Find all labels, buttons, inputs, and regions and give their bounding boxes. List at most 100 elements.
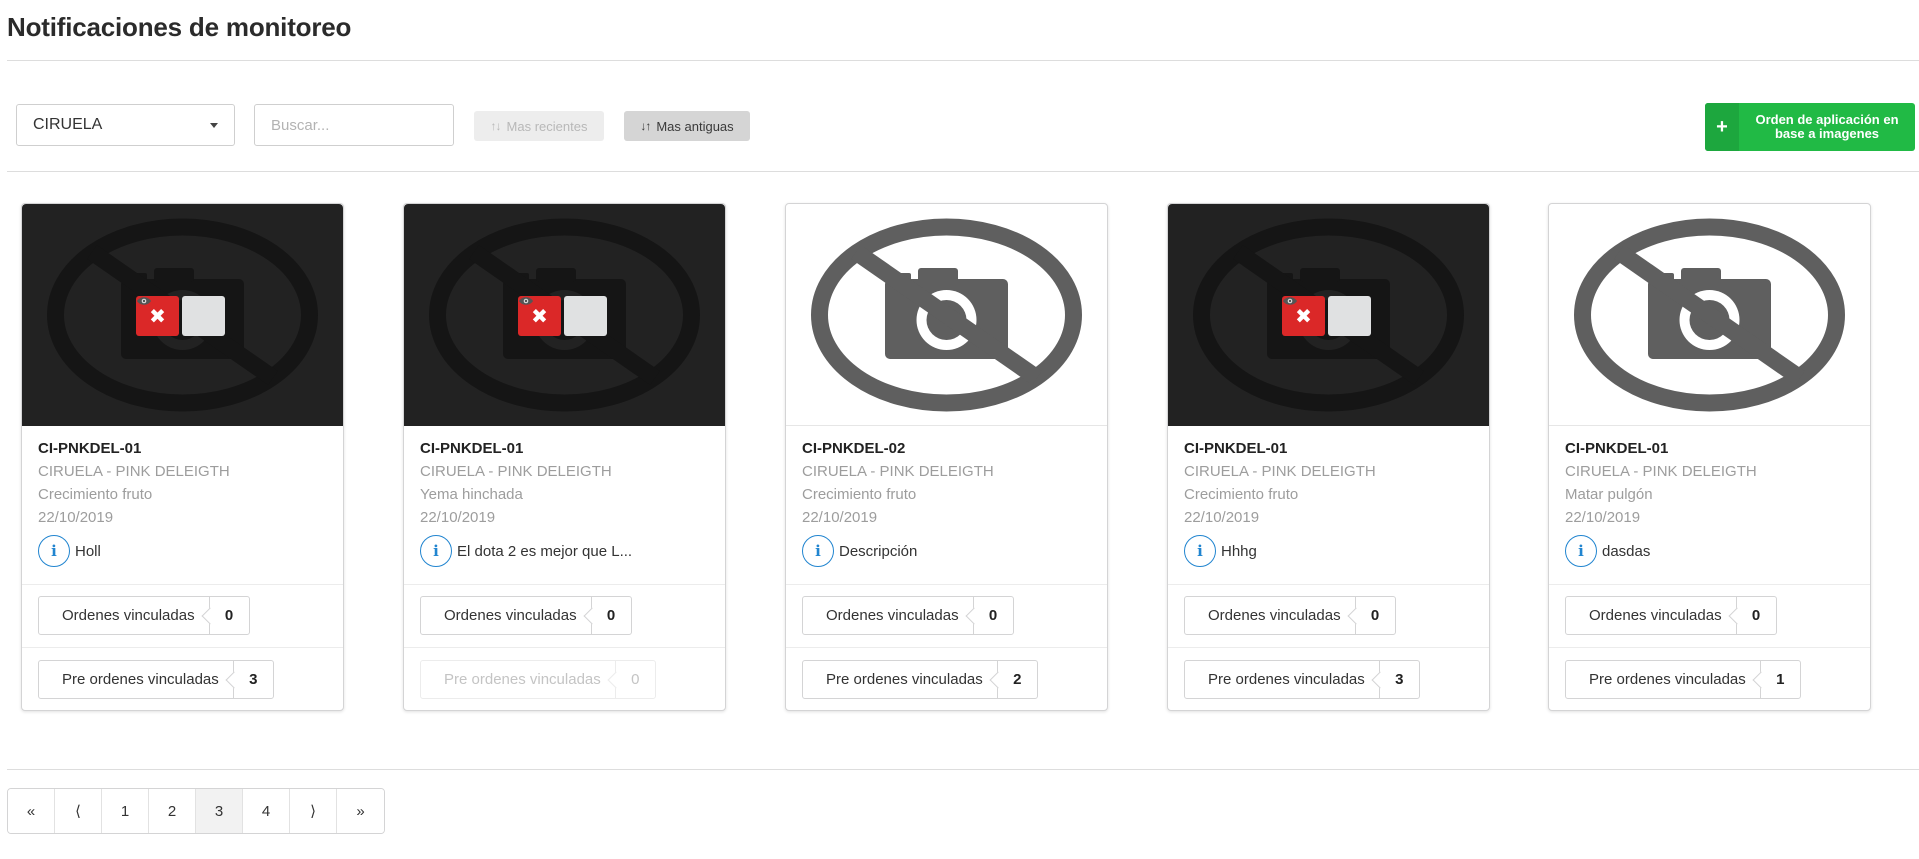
card-date: 22/10/2019 (1565, 509, 1641, 526)
linked-orders-count: 0 (972, 597, 1013, 634)
title-divider (7, 60, 1919, 61)
linked-orders-label: Ordenes vinculadas (1208, 607, 1341, 624)
linked-orders-button[interactable]: Ordenes vinculadas 0 (420, 596, 632, 635)
pagination-divider (7, 769, 1919, 770)
card-variety: CIRUELA - PINK DELEIGTH (38, 463, 230, 480)
info-icon[interactable]: i (1184, 535, 1216, 567)
linked-preorders-button[interactable]: Pre ordenes vinculadas 0 (420, 660, 656, 699)
card-date: 22/10/2019 (1184, 509, 1260, 526)
card-note: i El dota 2 es mejor que L... (420, 535, 632, 567)
linked-preorders-count: 2 (996, 661, 1037, 698)
card-stage: Yema hinchada (420, 486, 523, 503)
linked-orders-count: 0 (208, 597, 249, 634)
info-icon[interactable]: i (802, 535, 834, 567)
linked-orders-count: 0 (590, 597, 631, 634)
next-page-button[interactable]: ⟩ (290, 789, 337, 833)
card-stage: Crecimiento fruto (38, 486, 153, 503)
sort-oldest-label: Mas antiguas (656, 118, 734, 134)
card-divider (404, 584, 725, 585)
image-actions: ✖ (518, 296, 607, 336)
page-button-current[interactable]: 3 (196, 789, 243, 833)
linked-preorders-button[interactable]: Pre ordenes vinculadas 1 (1565, 660, 1801, 699)
card-divider (1549, 584, 1870, 585)
card-image[interactable] (1549, 204, 1870, 426)
image-actions: ✖ (136, 296, 225, 336)
card-variety: CIRUELA - PINK DELEIGTH (420, 463, 612, 480)
prev-page-button[interactable]: ⟨ (55, 789, 102, 833)
linked-preorders-button[interactable]: Pre ordenes vinculadas 3 (1184, 660, 1420, 699)
linked-preorders-button[interactable]: Pre ordenes vinculadas 2 (802, 660, 1038, 699)
notification-card: CI-PNKDEL-02 CIRUELA - PINK DELEIGTH Cre… (785, 203, 1108, 711)
last-page-button[interactable]: » (337, 789, 384, 833)
plus-icon: + (1705, 103, 1739, 151)
info-icon[interactable]: i (420, 535, 452, 567)
linked-preorders-count: 0 (614, 661, 655, 698)
image-actions: ✖ (1282, 296, 1371, 336)
view-image-button[interactable] (137, 296, 225, 336)
view-image-button[interactable] (1283, 296, 1371, 336)
linked-orders-button[interactable]: Ordenes vinculadas 0 (802, 596, 1014, 635)
sort-icon: ↓↑ (640, 119, 651, 133)
card-divider (22, 584, 343, 585)
linked-preorders-label: Pre ordenes vinculadas (62, 671, 219, 688)
close-icon: ✖ (149, 305, 166, 328)
close-icon: ✖ (531, 305, 548, 328)
first-page-button[interactable]: « (8, 789, 55, 833)
page-title: Notificaciones de monitoreo (7, 12, 352, 42)
linked-preorders-count: 3 (232, 661, 273, 698)
linked-orders-label: Ordenes vinculadas (62, 607, 195, 624)
sort-recent-label: Mas recientes (506, 118, 588, 134)
card-variety: CIRUELA - PINK DELEIGTH (1565, 463, 1757, 480)
page-button[interactable]: 4 (243, 789, 290, 833)
card-image[interactable]: ✖ (1168, 204, 1489, 426)
chevron-down-icon (210, 123, 218, 128)
card-note: i Hhhg (1184, 535, 1257, 567)
card-code: CI-PNKDEL-01 (38, 440, 142, 457)
card-code: CI-PNKDEL-02 (802, 440, 906, 457)
card-note-text: Descripción (839, 542, 918, 560)
card-stage: Matar pulgón (1565, 486, 1653, 503)
linked-preorders-count: 3 (1378, 661, 1419, 698)
card-divider (1168, 647, 1489, 648)
notification-card: ✖ CI-PNKDEL-01 CIRUELA - PINK DELEIGTH C… (21, 203, 344, 711)
card-image[interactable]: ✖ (22, 204, 343, 426)
card-note: i Descripción (802, 535, 917, 567)
notification-card: ✖ CI-PNKDEL-01 CIRUELA - PINK DELEIGTH Y… (403, 203, 726, 711)
info-icon[interactable]: i (38, 535, 70, 567)
linked-orders-button[interactable]: Ordenes vinculadas 0 (38, 596, 250, 635)
linked-orders-count: 0 (1354, 597, 1395, 634)
species-select[interactable]: CIRUELA (16, 104, 235, 146)
sort-recent-button[interactable]: ↑↓ Mas recientes (474, 111, 604, 141)
page-button[interactable]: 1 (102, 789, 149, 833)
card-divider (786, 647, 1107, 648)
eye-icon (519, 297, 533, 305)
card-image[interactable] (786, 204, 1107, 426)
card-note: i dasdas (1565, 535, 1650, 567)
view-image-button[interactable] (519, 296, 607, 336)
card-code: CI-PNKDEL-01 (1184, 440, 1288, 457)
image-order-button[interactable]: + Orden de aplicación en base a imagenes (1705, 103, 1915, 151)
card-note-text: Hhhg (1221, 542, 1257, 560)
card-note-text: El dota 2 es mejor que L... (457, 542, 633, 560)
toolbar-divider (7, 171, 1919, 172)
card-code: CI-PNKDEL-01 (420, 440, 524, 457)
sort-icon: ↑↓ (490, 119, 502, 133)
linked-orders-button[interactable]: Ordenes vinculadas 0 (1565, 596, 1777, 635)
image-order-label: Orden de aplicación en base a imagenes (1755, 112, 1899, 141)
card-note-text: Holl (75, 542, 101, 560)
card-divider (786, 584, 1107, 585)
info-icon[interactable]: i (1565, 535, 1597, 567)
card-stage: Crecimiento fruto (1184, 486, 1299, 503)
linked-orders-button[interactable]: Ordenes vinculadas 0 (1184, 596, 1396, 635)
page-button[interactable]: 2 (149, 789, 196, 833)
close-icon: ✖ (1295, 305, 1312, 328)
card-date: 22/10/2019 (420, 509, 496, 526)
card-note-text: dasdas (1602, 542, 1651, 560)
card-variety: CIRUELA - PINK DELEIGTH (1184, 463, 1376, 480)
linked-preorders-button[interactable]: Pre ordenes vinculadas 3 (38, 660, 274, 699)
linked-orders-label: Ordenes vinculadas (1589, 607, 1722, 624)
search-input[interactable] (254, 104, 454, 146)
notification-card: CI-PNKDEL-01 CIRUELA - PINK DELEIGTH Mat… (1548, 203, 1871, 711)
sort-oldest-button[interactable]: ↓↑ Mas antiguas (624, 111, 750, 141)
card-image[interactable]: ✖ (404, 204, 725, 426)
